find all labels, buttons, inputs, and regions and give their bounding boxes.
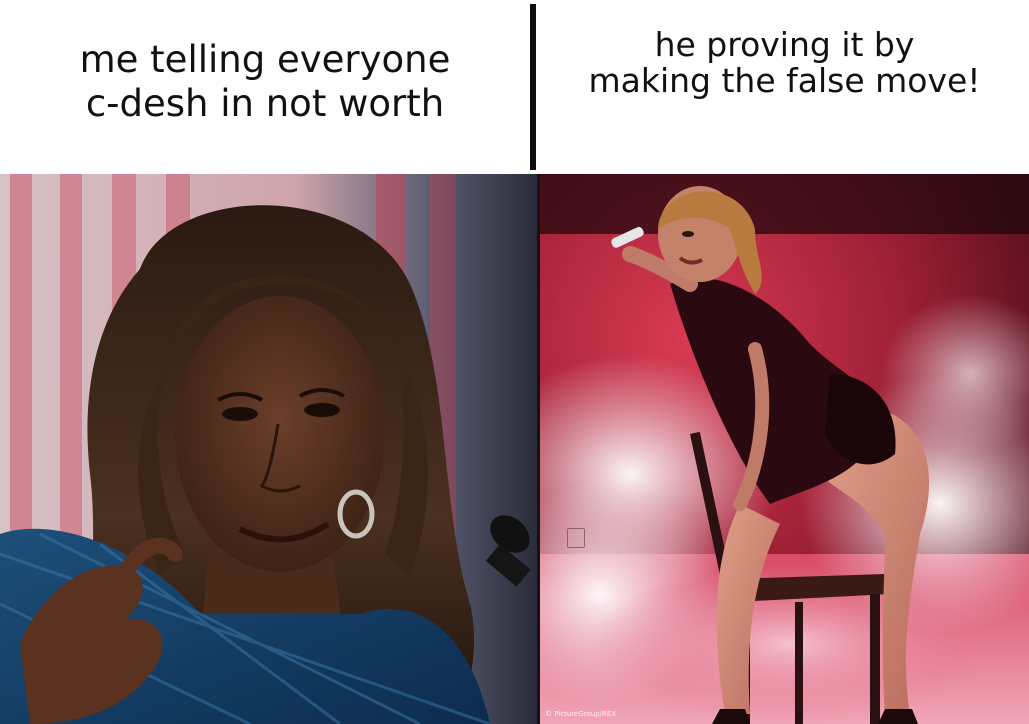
left-photo-illustration: [0, 174, 537, 724]
app-logo-watermark-icon: [567, 528, 585, 548]
meme-image: me telling everyone c-desh in not worth …: [0, 0, 1029, 724]
left-photo: [0, 174, 537, 724]
right-caption: he proving it by making the false move!: [588, 25, 981, 100]
left-caption: me telling everyone c-desh in not worth: [79, 38, 451, 125]
caption-row: me telling everyone c-desh in not worth …: [0, 0, 1029, 172]
right-photo: [540, 174, 1029, 724]
right-photo-illustration: [540, 174, 1029, 724]
photo-credit: © PictureGroup/REX: [545, 710, 617, 718]
caption-divider: [530, 4, 536, 170]
